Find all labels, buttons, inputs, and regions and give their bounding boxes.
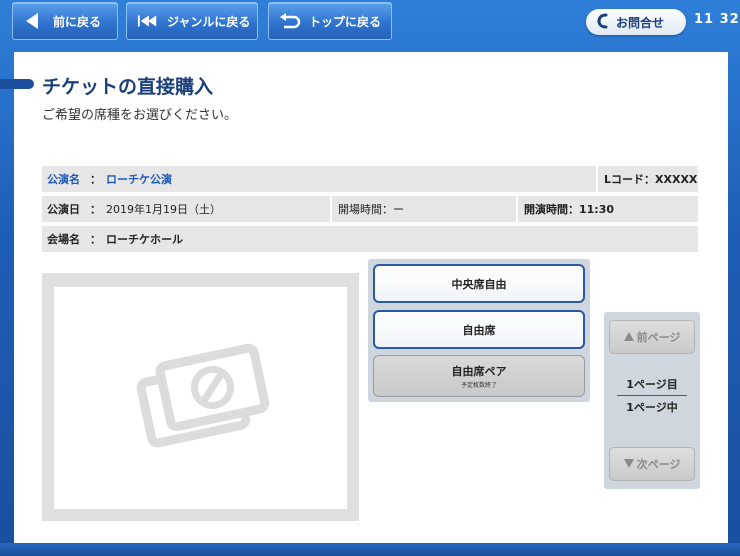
prev-page-button: 前ページ (609, 320, 695, 354)
page-divider (617, 395, 687, 396)
event-image-frame (42, 273, 359, 521)
inquiry-label: お問合せ (616, 15, 665, 30)
no-image-icon (126, 341, 276, 455)
top-back-button[interactable]: トップに戻る (268, 2, 392, 40)
inquiry-button[interactable]: お問合せ (586, 9, 686, 35)
venue-value: ローチケホール (106, 233, 183, 246)
skip-back-icon (137, 10, 159, 32)
top-back-button-label: トップに戻る (309, 14, 382, 29)
seat-option-note: 予定枚数終了 (460, 382, 497, 389)
total-pages: 1ページ中 (626, 401, 678, 414)
event-info-table: 公演名 ： ローチケ公演 Lコード：XXXXX 公演日 ： 2019年1月19日… (42, 166, 698, 256)
bottom-strip (0, 543, 740, 556)
event-date-value: 2019年1月19日（土） (106, 203, 221, 216)
divider (330, 196, 332, 222)
event-date-colon: ： (90, 203, 101, 216)
lcode: Lコード：XXXXX (604, 173, 698, 186)
phone-icon (596, 13, 610, 32)
seat-option-label: 自由席 (462, 323, 496, 337)
seat-option-label: 中央席自由 (451, 277, 507, 291)
title-marker (0, 79, 34, 89)
up-triangle-icon (623, 331, 634, 344)
return-arrow-icon (279, 10, 301, 32)
venue-label: 会場名 (47, 233, 80, 246)
page-indicator: 1ページ目 1ページ中 (609, 376, 695, 415)
seat-option-center-free[interactable]: 中央席自由 (373, 264, 585, 303)
open-time: 開場時間：ー (338, 203, 404, 216)
start-time: 開演時間：11:30 (524, 203, 615, 216)
seat-option-free[interactable]: 自由席 (373, 310, 585, 349)
down-triangle-icon (623, 458, 634, 471)
event-date-row: 公演日 ： 2019年1月19日（土） 開場時間：ー 開演時間：11:30 (42, 196, 698, 222)
pager: 前ページ 1ページ目 1ページ中 次ページ (604, 312, 700, 489)
divider (516, 196, 518, 222)
event-name-value: ローチケ公演 (106, 173, 172, 186)
current-page: 1ページ目 (626, 378, 678, 391)
event-name-colon: ： (90, 173, 101, 186)
event-name-row: 公演名 ： ローチケ公演 Lコード：XXXXX (42, 166, 698, 192)
back-arrow-icon (23, 10, 45, 32)
prev-page-label: 前ページ (636, 331, 681, 344)
back-button[interactable]: 前に戻る (12, 2, 118, 40)
genre-back-button[interactable]: ジャンルに戻る (126, 2, 258, 40)
venue-row: 会場名 ： ローチケホール (42, 226, 698, 252)
divider (596, 166, 598, 192)
event-name-label: 公演名 (47, 173, 80, 186)
seat-option-label: 自由席ペア (451, 365, 507, 378)
next-page-button: 次ページ (609, 447, 695, 481)
genre-back-button-label: ジャンルに戻る (167, 14, 251, 29)
back-button-label: 前に戻る (53, 14, 102, 29)
clock: 11 32 (694, 12, 740, 27)
page-subtitle: ご希望の席種をお選びください。 (42, 108, 238, 123)
venue-colon: ： (90, 233, 101, 246)
page-title: チケットの直接購入 (42, 76, 214, 98)
event-date-label: 公演日 (47, 203, 80, 216)
seat-options: 中央席自由 自由席 自由席ペア 予定枚数終了 (368, 259, 590, 402)
event-image (54, 287, 347, 509)
next-page-label: 次ページ (636, 458, 681, 471)
seat-option-free-pair: 自由席ペア 予定枚数終了 (373, 355, 585, 397)
top-nav-bar: 前に戻る ジャンルに戻る トップに戻る お問合せ 11 32 (0, 0, 740, 48)
